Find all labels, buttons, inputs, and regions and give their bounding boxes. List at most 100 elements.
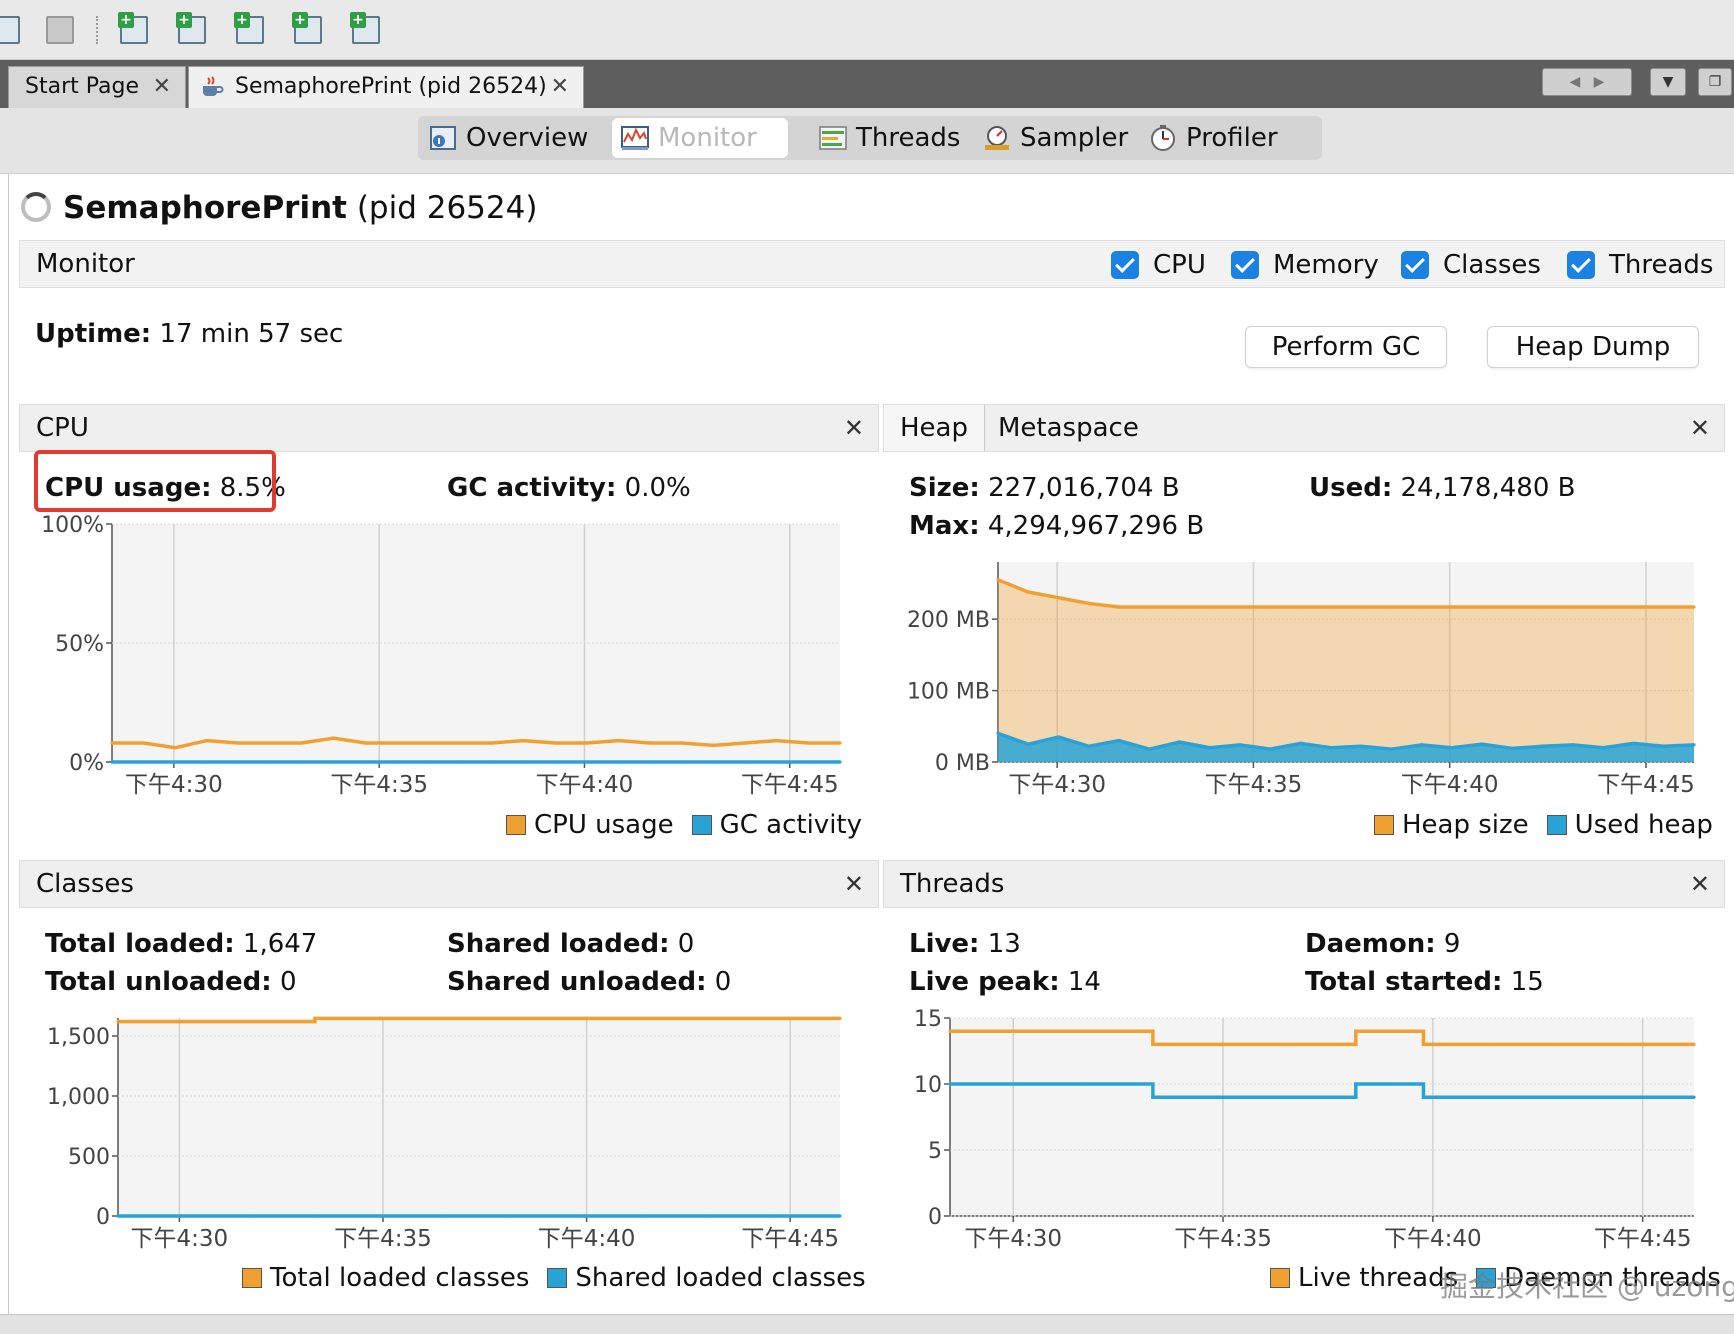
legend-label: Total loaded classes	[270, 1263, 530, 1293]
cpu-y-tick-label: 100%	[41, 513, 104, 538]
cpu-series-0-point	[331, 736, 336, 740]
heap-series-1-point	[1510, 746, 1515, 751]
cpu-series-1-point	[426, 760, 431, 764]
heap-series-1-point	[1631, 741, 1636, 746]
watermark: 掘金技术社区 @ uzong	[1440, 1270, 1734, 1303]
cpu-series-1-point	[711, 760, 715, 764]
cpu-series-1-point	[806, 760, 810, 764]
threads-series-1-point	[1218, 1095, 1223, 1099]
threads-chart: 下午4:30 下午4:35 下午4:40 下午4:45 15 10 5 0	[914, 1007, 1696, 1252]
heap-series-0-point	[1450, 605, 1454, 609]
cpu-x-tick-label: 下午4:40	[536, 772, 634, 798]
cpu-series-0-point	[743, 741, 747, 745]
threads-series-0-point	[1421, 1042, 1426, 1046]
legend-swatch	[506, 815, 526, 835]
heap-series-1-point	[1268, 747, 1272, 751]
threads-x-tick-label: 下午4:40	[1384, 1226, 1482, 1252]
legend-swatch	[242, 1268, 262, 1288]
classes-series-1-point	[510, 1214, 514, 1218]
classes-series-1-point	[247, 1214, 251, 1218]
legend-item: Total loaded classes	[242, 1263, 529, 1293]
cpu-x-tick-label: 下午4:35	[330, 772, 428, 798]
legend-label: Heap size	[1402, 810, 1529, 840]
classes-series-1-point	[116, 1214, 120, 1218]
classes-series-0-point	[182, 1020, 186, 1024]
heap-series-0-point	[1268, 605, 1272, 609]
threads-series-1-point	[1286, 1095, 1290, 1099]
cpu-chart: 下午4:30 下午4:35 下午4:40 下午4:45 100% 50% 0%	[41, 513, 842, 798]
heap-series-0-point	[1510, 605, 1515, 609]
classes-x-tick-label: 下午4:30	[131, 1226, 229, 1252]
threads-series-1-point	[1421, 1095, 1426, 1099]
threads-series-1-point	[948, 1082, 952, 1086]
legend-label: Shared loaded classes	[575, 1263, 866, 1293]
cpu-series-0-point	[521, 738, 526, 743]
classes-series-1-point	[772, 1214, 776, 1218]
status-bar	[0, 1314, 1734, 1334]
cpu-x-tick-label: 下午4:30	[125, 772, 223, 798]
heap-series-0-point	[1541, 605, 1545, 609]
cpu-series-1-point	[490, 760, 494, 764]
classes-series-0-point	[247, 1020, 251, 1024]
cpu-series-0-point	[775, 738, 779, 743]
cpu-series-0-point	[616, 738, 621, 743]
heap-series-1-point	[1117, 738, 1121, 743]
cpu-series-1-point	[743, 760, 747, 764]
classes-series-0-point	[575, 1016, 580, 1020]
heap-y-tick-label: 100 MB	[907, 680, 990, 705]
legend-swatch	[547, 1268, 568, 1288]
classes-y-tick-label: 0	[96, 1205, 110, 1230]
classes-plot-area	[118, 1018, 840, 1216]
classes-series-1-point	[444, 1214, 448, 1218]
threads-plot-area	[950, 1018, 1694, 1216]
heap-series-0-point	[1238, 605, 1242, 609]
heap-series-0-point	[996, 578, 1000, 582]
heap-series-0-point	[1420, 605, 1424, 609]
threads-series-0-point	[1083, 1029, 1087, 1033]
classes-series-1-point	[575, 1214, 580, 1218]
heap-series-1-point	[996, 731, 1000, 736]
classes-x-tick-label: 下午4:45	[741, 1226, 839, 1252]
heap-series-0-point	[1208, 605, 1212, 609]
cpu-series-1-point	[585, 760, 589, 764]
threads-series-1-point	[1624, 1095, 1628, 1099]
cpu-series-1-point	[300, 760, 304, 764]
heap-series-0-point	[1662, 605, 1666, 609]
heap-series-1-point	[1208, 746, 1212, 750]
cpu-series-1-point	[173, 760, 177, 764]
cpu-series-1-point	[458, 760, 462, 764]
cpu-series-1-point	[395, 760, 399, 764]
heap-series-0-point	[1117, 605, 1121, 609]
legend-item: Used heap	[1546, 810, 1713, 840]
heap-series-0-point	[1026, 590, 1030, 594]
heap-series-1-point	[1480, 742, 1484, 746]
heap-series-1-point	[1238, 743, 1242, 747]
heap-series-0-point	[1329, 605, 1333, 609]
cpu-series-0-point	[363, 741, 367, 745]
classes-series-0-point	[772, 1016, 776, 1020]
cpu-series-1-point	[648, 760, 652, 764]
cpu-series-0-point	[838, 741, 842, 745]
classes-chart: 下午4:30 下午4:35 下午4:40 下午4:45 1,500 1,000 500 0	[47, 1016, 842, 1252]
cpu-series-0-point	[142, 741, 146, 745]
heap-series-1-point	[1662, 744, 1666, 748]
cpu-x-tick-label: 下午4:45	[741, 772, 839, 798]
heap-y-tick-label: 200 MB	[907, 608, 990, 633]
threads-series-1-point	[1083, 1082, 1087, 1086]
legend-label: Live threads	[1298, 1263, 1459, 1293]
threads-series-0-point	[1286, 1042, 1290, 1046]
classes-series-1-point	[182, 1214, 186, 1218]
threads-series-0-point	[1692, 1042, 1696, 1046]
cpu-series-0-point	[585, 741, 589, 745]
heap-series-1-point	[1420, 743, 1424, 747]
cpu-series-0-point	[553, 741, 557, 745]
cpu-series-1-point	[838, 760, 842, 764]
cpu-series-1-point	[237, 760, 241, 764]
heap-series-1-point	[1177, 740, 1182, 744]
heap-chart-legend: Heap size Used heap	[1356, 810, 1713, 840]
heap-series-1-point	[1450, 746, 1454, 750]
cpu-series-0-point	[490, 741, 494, 745]
heap-x-tick-label: 下午4:30	[1008, 772, 1106, 798]
heap-series-0-point	[1571, 605, 1575, 609]
classes-y-tick-label: 1,000	[47, 1085, 110, 1110]
